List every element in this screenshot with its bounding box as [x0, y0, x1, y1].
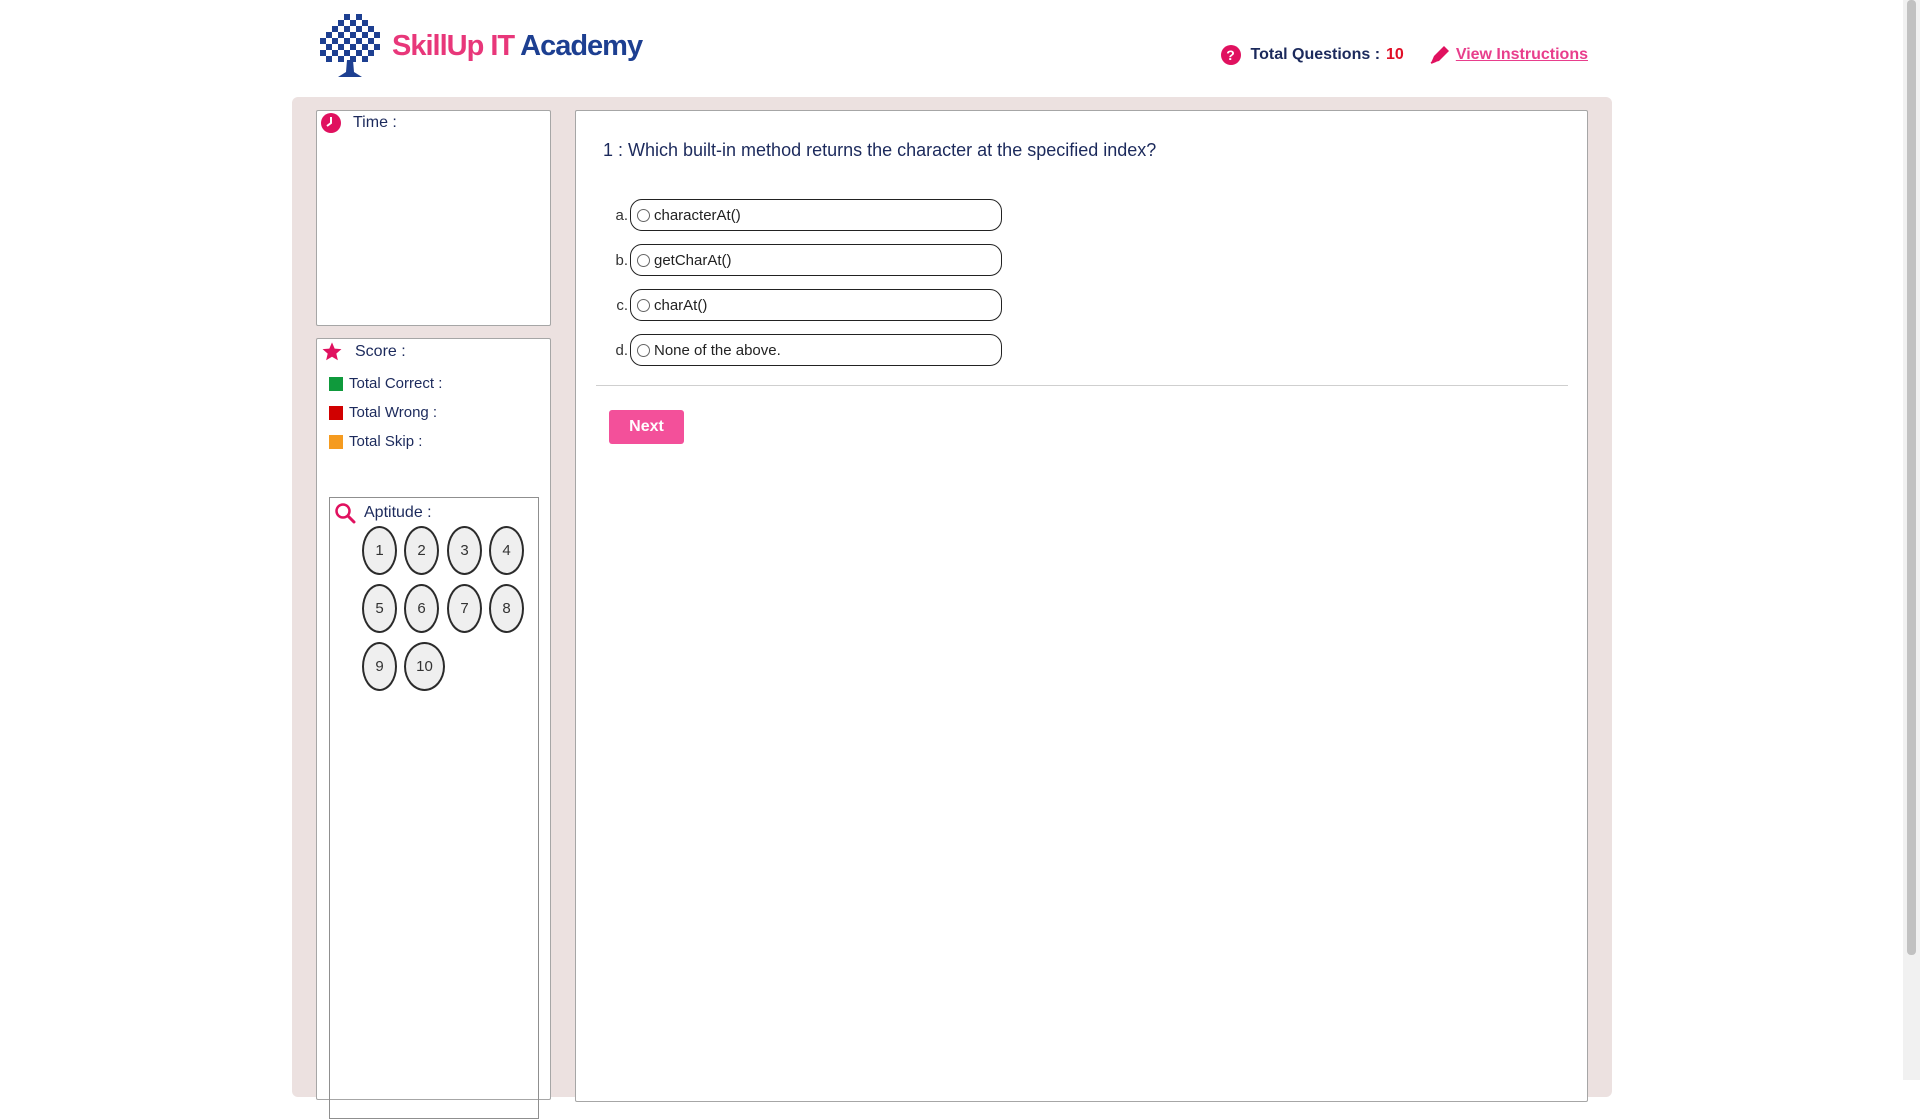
option-letter: b.	[615, 251, 628, 269]
total-questions-value: 10	[1386, 46, 1404, 63]
skip-swatch	[329, 434, 343, 449]
time-title: Time :	[321, 113, 397, 133]
next-button[interactable]: Next	[609, 410, 684, 444]
score-panel: Score : Total Correct : Total Wrong : To…	[316, 338, 551, 1119]
correct-swatch	[329, 376, 343, 391]
score-title: Score :	[321, 341, 406, 363]
option-d[interactable]: None of the above.	[630, 334, 1002, 366]
option-b[interactable]: getCharAt()	[630, 244, 1002, 276]
aptitude-title: Aptitude :	[334, 502, 432, 524]
time-label: Time :	[353, 114, 397, 131]
question-mark-icon: ?	[1220, 45, 1241, 65]
search-icon	[335, 503, 356, 524]
option-row-b: b. getCharAt()	[610, 244, 1002, 276]
brand-part-skillup: SkillUp	[392, 29, 484, 62]
brand-part-it: IT	[490, 29, 515, 62]
question-number-button[interactable]: 10	[404, 642, 445, 691]
brand-logo[interactable]: SkillUp IT Academy	[318, 14, 643, 78]
clock-icon	[321, 113, 341, 133]
score-label: Score :	[355, 343, 406, 360]
wrong-swatch	[329, 405, 343, 420]
total-wrong-label: Total Wrong :	[349, 404, 438, 421]
tree-logo-icon	[320, 14, 380, 77]
option-text: characterAt()	[654, 206, 741, 224]
option-c[interactable]: charAt()	[630, 289, 1002, 321]
page-scrollbar[interactable]	[1903, 0, 1920, 1080]
radio-button[interactable]	[637, 253, 650, 267]
option-text: getCharAt()	[654, 251, 732, 269]
total-skip-row: Total Skip :	[329, 433, 422, 450]
pencil-icon	[1430, 46, 1449, 64]
header-info: ? Total Questions : 10 View Instructions	[1220, 44, 1588, 66]
question-number-button[interactable]: 6	[404, 584, 439, 633]
question-number-button[interactable]: 5	[362, 584, 397, 633]
scrollbar-thumb[interactable]	[1907, 0, 1916, 955]
divider	[596, 385, 1568, 386]
option-row-a: a. characterAt()	[610, 199, 1002, 231]
aptitude-panel: Aptitude : 1 2 3 4 5 6 7 8 9 10	[329, 497, 539, 1119]
question-text: 1 : Which built-in method returns the ch…	[603, 140, 1157, 160]
aptitude-label: Aptitude :	[364, 504, 432, 521]
total-correct-row: Total Correct :	[329, 375, 442, 392]
option-letter: d.	[615, 341, 628, 359]
view-instructions-label: View Instructions	[1455, 46, 1588, 63]
option-letter: c.	[616, 296, 628, 314]
brand-name: SkillUp IT Academy	[392, 29, 643, 62]
question-number-button[interactable]: 3	[447, 526, 482, 575]
option-row-d: d. None of the above.	[610, 334, 1002, 366]
radio-button[interactable]	[637, 208, 650, 222]
total-questions-label: Total Questions :	[1250, 46, 1381, 63]
question-number-button[interactable]: 1	[362, 526, 397, 575]
option-text: charAt()	[654, 296, 708, 314]
total-skip-label: Total Skip :	[349, 433, 423, 450]
question-number-button[interactable]: 9	[362, 642, 397, 691]
star-icon	[322, 342, 342, 361]
total-correct-label: Total Correct :	[349, 375, 443, 392]
question-number-button[interactable]: 8	[489, 584, 524, 633]
option-text: None of the above.	[654, 341, 781, 359]
radio-button[interactable]	[637, 343, 650, 357]
option-a[interactable]: characterAt()	[630, 199, 1002, 231]
option-row-c: c. charAt()	[610, 289, 1002, 321]
option-letter: a.	[615, 206, 628, 224]
radio-button[interactable]	[637, 298, 650, 312]
question-number-button[interactable]: 4	[489, 526, 524, 575]
time-panel: Time :	[316, 110, 551, 326]
total-wrong-row: Total Wrong :	[329, 404, 437, 421]
question-number-button[interactable]: 2	[404, 526, 439, 575]
question-number-button[interactable]: 7	[447, 584, 482, 633]
brand-part-academy: Academy	[520, 29, 643, 62]
view-instructions-link[interactable]: View Instructions	[1428, 44, 1588, 66]
question-panel: 1 : Which built-in method returns the ch…	[575, 110, 1588, 1102]
